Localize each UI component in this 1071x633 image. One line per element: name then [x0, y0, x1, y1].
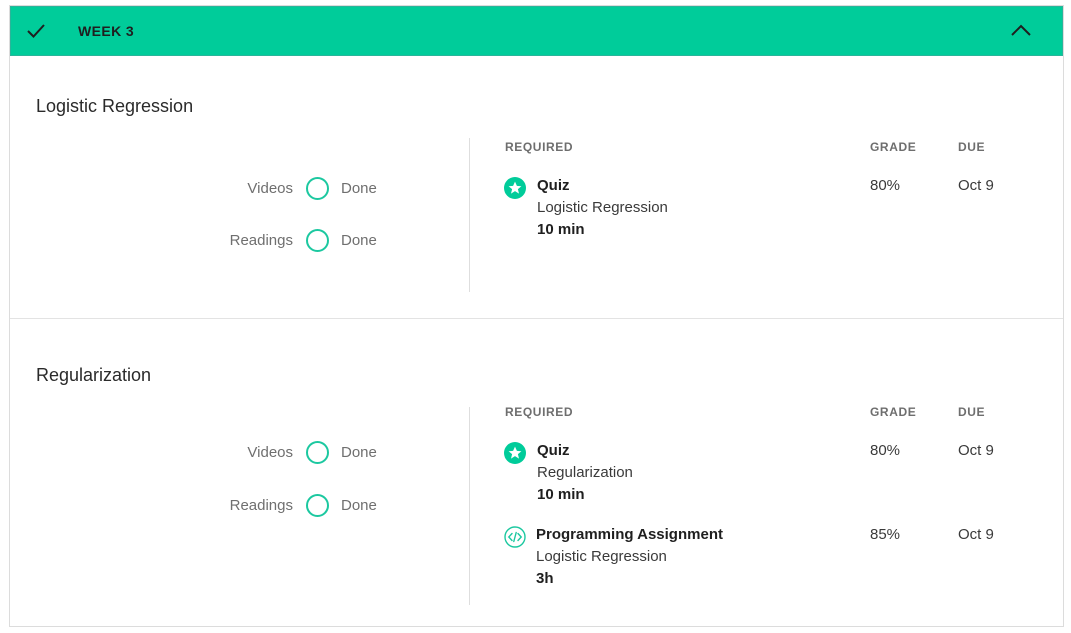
vertical-divider: [469, 138, 470, 292]
progress-status: Done: [341, 444, 377, 461]
required-item-programming-assignment[interactable]: Programming Assignment Logistic Regressi…: [504, 526, 1044, 592]
item-name: Logistic Regression: [537, 199, 668, 216]
item-grade: 80%: [870, 442, 901, 459]
progress-circle-icon: [306, 441, 329, 464]
item-due: Oct 9: [958, 177, 994, 194]
grade-column-header: GRADE: [870, 405, 917, 419]
item-duration: 10 min: [537, 221, 585, 238]
star-badge-icon: [504, 177, 526, 199]
progress-circle-icon: [306, 177, 329, 200]
progress-row-readings: Readings Done: [10, 229, 410, 253]
lesson-section: Regularization Videos Done Readings Done…: [10, 320, 1063, 627]
lesson-title: Logistic Regression: [36, 96, 194, 116]
week-card: WEEK 3 Logistic Regression Videos Done R…: [9, 5, 1064, 627]
progress-label: Videos: [247, 180, 293, 197]
lesson-title: Regularization: [36, 365, 152, 385]
item-name: Logistic Regression: [536, 548, 667, 565]
progress-row-videos: Videos Done: [10, 177, 410, 201]
item-duration: 3h: [536, 570, 554, 587]
due-column-header: DUE: [958, 140, 986, 154]
code-icon: [504, 526, 526, 548]
required-item-quiz[interactable]: Quiz Logistic Regression 10 min 80% Oct …: [504, 177, 1044, 243]
progress-circle-icon: [306, 494, 329, 517]
progress-status: Done: [341, 497, 377, 514]
week-header[interactable]: WEEK 3: [10, 6, 1063, 56]
progress-status: Done: [341, 232, 377, 249]
vertical-divider: [469, 407, 470, 605]
checkmark-icon: [27, 24, 45, 38]
progress-label: Readings: [229, 232, 293, 249]
item-type[interactable]: Quiz: [537, 442, 570, 459]
progress-label: Videos: [247, 444, 293, 461]
progress-row-videos: Videos Done: [10, 441, 410, 465]
due-column-header: DUE: [958, 405, 986, 419]
progress-circle-icon: [306, 229, 329, 252]
item-name: Regularization: [537, 464, 633, 481]
chevron-up-icon[interactable]: [1010, 22, 1032, 38]
progress-status: Done: [341, 180, 377, 197]
item-due: Oct 9: [958, 442, 994, 459]
item-grade: 80%: [870, 177, 901, 194]
grade-column-header: GRADE: [870, 140, 917, 154]
item-duration: 10 min: [537, 486, 585, 503]
required-item-quiz[interactable]: Quiz Regularization 10 min 80% Oct 9: [504, 442, 1044, 508]
item-type[interactable]: Quiz: [537, 177, 570, 194]
star-badge-icon: [504, 442, 526, 464]
item-grade: 85%: [870, 526, 901, 543]
item-due: Oct 9: [958, 526, 994, 543]
required-column-header: REQUIRED: [505, 405, 574, 419]
item-type[interactable]: Programming Assignment: [536, 526, 723, 543]
lesson-section: Logistic Regression Videos Done Readings…: [10, 56, 1063, 319]
progress-label: Readings: [229, 497, 293, 514]
week-title: WEEK 3: [78, 23, 135, 39]
progress-row-readings: Readings Done: [10, 494, 410, 518]
required-column-header: REQUIRED: [505, 140, 574, 154]
